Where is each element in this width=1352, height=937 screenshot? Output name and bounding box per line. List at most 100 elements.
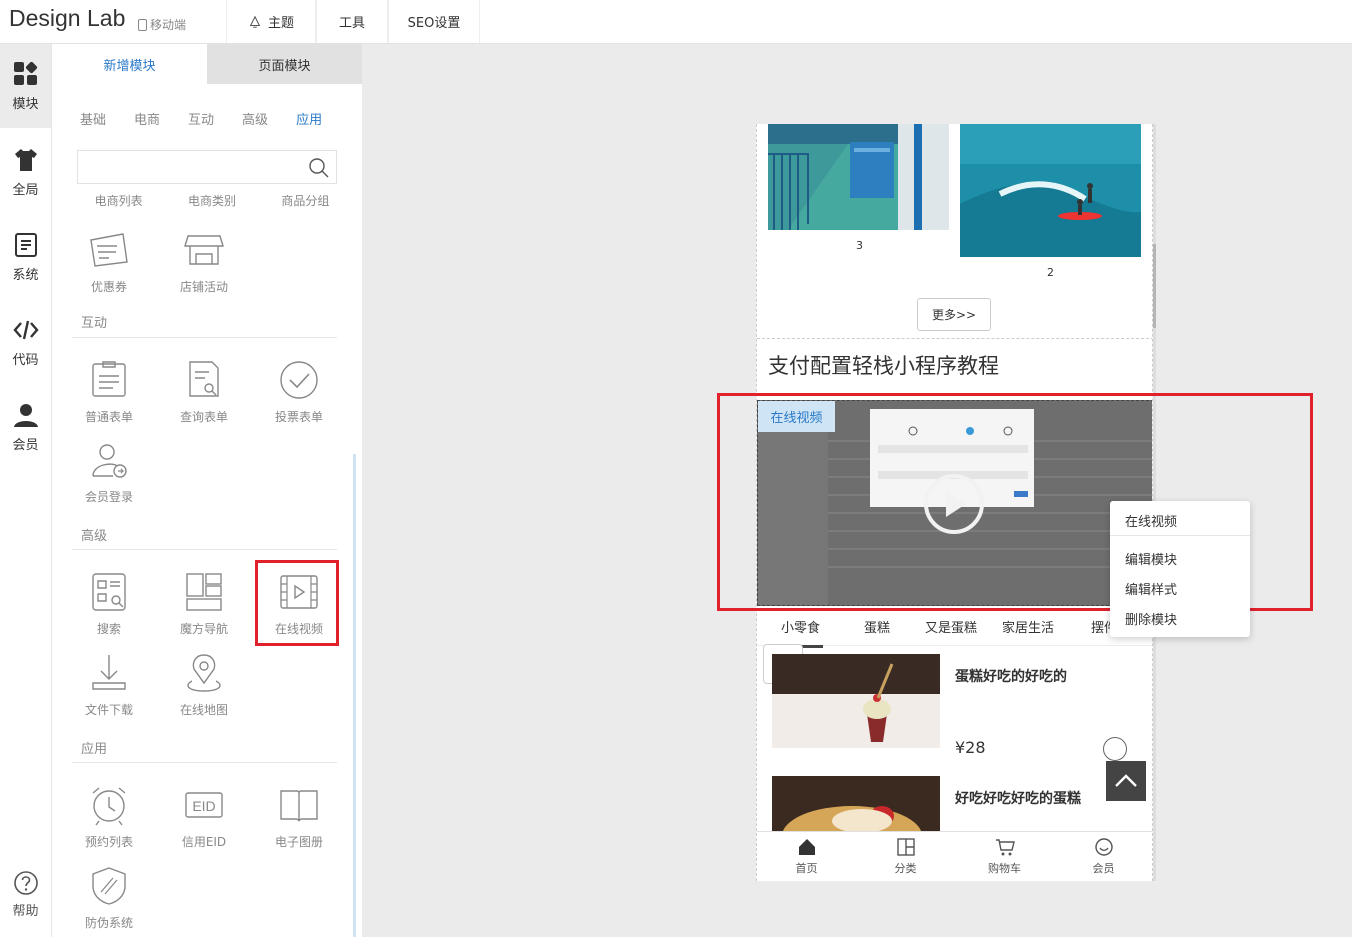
module-ecom-category[interactable]: 电商类别 — [165, 192, 258, 209]
rail-system-label: 系统 — [12, 268, 39, 283]
section-advanced-title: 高级 — [81, 529, 108, 544]
module-cube-nav[interactable]: 魔方导航 — [162, 568, 246, 648]
surf-image — [960, 124, 1141, 257]
chevron-up-icon — [1115, 774, 1137, 787]
module-label: 防伪系统 — [84, 916, 133, 930]
module-normal-form[interactable]: 普通表单 — [67, 356, 151, 436]
module-credit-eid[interactable]: EID 信用EID — [162, 781, 246, 861]
product-name-2[interactable]: 好吃好吃好吃的蛋糕 — [955, 788, 1081, 808]
map-pin-icon — [187, 654, 221, 692]
module-ecom-list[interactable]: 电商列表 — [72, 192, 165, 209]
module-member-login[interactable]: 会员登录 — [67, 436, 151, 516]
rail-modules[interactable]: 模块 — [0, 44, 51, 128]
nav-member[interactable]: 会员 — [1054, 832, 1152, 881]
back-to-top-button[interactable] — [1106, 761, 1146, 801]
module-label: 查询表单 — [179, 410, 228, 424]
seo-button[interactable]: SEO设置 — [388, 0, 480, 43]
rail-member[interactable]: 会员 — [0, 385, 51, 469]
shield-icon — [92, 867, 126, 905]
section-interact-title: 互动 — [81, 316, 108, 331]
tab-cake[interactable]: 蛋糕 — [864, 614, 890, 636]
cupcake-image — [772, 654, 940, 748]
product-name-1[interactable]: 蛋糕好吃的好吃的 — [955, 666, 1067, 686]
module-shop-activity[interactable]: 店铺活动 — [162, 226, 246, 306]
nav-category[interactable]: 分类 — [856, 832, 955, 881]
rail-modules-label: 模块 — [12, 97, 39, 112]
gallery-caption-1: 3 — [856, 239, 863, 252]
delete-module-item[interactable]: 删除模块 — [1125, 609, 1177, 628]
nav-category-label: 分类 — [894, 862, 917, 875]
rail-member-label: 会员 — [12, 438, 39, 453]
module-anti-fake[interactable]: 防伪系统 — [67, 862, 151, 937]
category-ecommerce[interactable]: 电商 — [134, 109, 160, 128]
help-button[interactable]: 帮助 — [0, 870, 51, 919]
smile-icon — [1094, 838, 1113, 856]
module-label: 会员登录 — [84, 490, 133, 504]
category-icon — [896, 838, 915, 856]
home-icon — [798, 839, 815, 855]
tools-button[interactable]: 工具 — [316, 0, 388, 43]
edit-style-item[interactable]: 编辑样式 — [1125, 579, 1177, 598]
module-query-form[interactable]: 查询表单 — [162, 356, 246, 436]
nav-home[interactable]: 首页 — [757, 832, 856, 881]
divider — [72, 337, 337, 338]
theme-button[interactable]: 主题 — [226, 0, 316, 43]
context-menu-title: 在线视频 — [1125, 515, 1178, 530]
book-icon — [280, 790, 318, 822]
module-label: 魔方导航 — [179, 622, 228, 636]
panel-scrollbar[interactable] — [353, 454, 356, 937]
module-label: 预约列表 — [84, 835, 133, 849]
module-label: 文件下载 — [84, 703, 133, 717]
module-search[interactable]: 搜索 — [67, 568, 151, 648]
help-icon — [13, 871, 38, 895]
phone-icon — [138, 18, 147, 31]
edit-module-item[interactable]: 编辑模块 — [1125, 549, 1177, 568]
nav-cart-label: 购物车 — [988, 862, 1021, 875]
tab-add-module[interactable]: 新增模块 — [52, 44, 207, 84]
nav-cart[interactable]: 购物车 — [955, 832, 1054, 881]
rail-code[interactable]: 代码 — [0, 300, 51, 384]
brand-logo: Design Lab — [9, 5, 126, 31]
module-vote-form[interactable]: 投票表单 — [257, 356, 341, 436]
tab-snacks[interactable]: 小零食 — [781, 614, 820, 636]
module-search-input[interactable] — [77, 150, 337, 184]
module-label: 信用EID — [181, 835, 227, 849]
gallery-image-1[interactable] — [768, 124, 949, 230]
tab-cake-again[interactable]: 又是蛋糕 — [925, 614, 977, 636]
category-interact[interactable]: 互动 — [188, 109, 214, 128]
shirt-icon — [14, 149, 37, 171]
download-icon — [92, 655, 126, 690]
module-label: 店铺活动 — [179, 280, 228, 294]
module-booking-list[interactable]: 预约列表 — [67, 781, 151, 861]
gallery-image-2[interactable] — [960, 124, 1141, 257]
module-panel: 新增模块 页面模块 基础 电商 互动 高级 应用 电商列表 电商类别 商品分组 … — [52, 44, 362, 937]
tab-page-module[interactable]: 页面模块 — [207, 44, 362, 84]
more-button[interactable]: 更多>> — [917, 298, 991, 331]
category-advanced[interactable]: 高级 — [242, 109, 268, 128]
module-label: 搜索 — [96, 622, 121, 636]
search-icon[interactable] — [308, 157, 330, 179]
module-label: 在线地图 — [179, 703, 228, 717]
module-coupon[interactable]: 优惠券 — [67, 226, 151, 306]
module-online-map[interactable]: 在线地图 — [162, 649, 246, 729]
rail-system[interactable]: 系统 — [0, 215, 51, 299]
product-image-1[interactable] — [772, 654, 940, 748]
mobile-toggle[interactable]: 移动端 — [138, 16, 186, 33]
balcony-image — [768, 124, 949, 230]
scroll-thumb[interactable] — [1153, 244, 1156, 328]
theme-label: 主题 — [267, 16, 294, 31]
category-app[interactable]: 应用 — [296, 109, 322, 128]
category-basic[interactable]: 基础 — [80, 109, 106, 128]
module-product-group[interactable]: 商品分组 — [259, 192, 352, 209]
storefront-icon — [184, 235, 224, 265]
module-file-download[interactable]: 文件下载 — [67, 649, 151, 729]
tab-home-living[interactable]: 家居生活 — [1002, 614, 1054, 636]
module-label: 电子图册 — [274, 835, 323, 849]
module-ebook[interactable]: 电子图册 — [257, 781, 341, 861]
nav-member-label: 会员 — [1092, 862, 1115, 875]
context-menu: 在线视频 编辑模块 编辑样式 删除模块 — [1110, 501, 1250, 637]
rail-global[interactable]: 全局 — [0, 130, 51, 214]
rail-code-label: 代码 — [12, 353, 39, 368]
chat-icon[interactable] — [1103, 737, 1127, 761]
gallery-caption-2: 2 — [1047, 266, 1054, 279]
